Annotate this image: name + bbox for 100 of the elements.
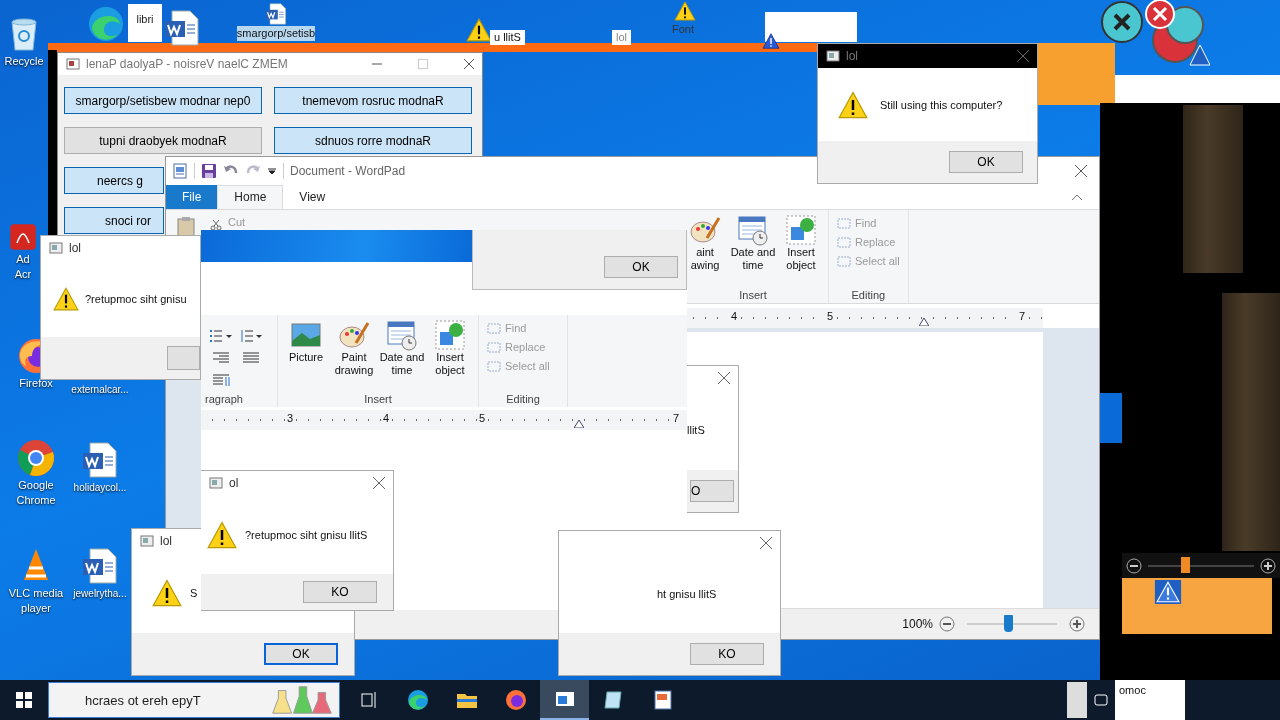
ribbon-button-label[interactable]: Date and time (379, 351, 425, 377)
warning-icon (53, 286, 79, 311)
group-label: Insert (363, 393, 393, 405)
ok-button[interactable]: O (690, 480, 734, 502)
ruler-number: 3 (285, 412, 296, 424)
scissors-icon[interactable] (210, 219, 222, 231)
clipboard-icon[interactable] (176, 216, 196, 238)
warning-icon (152, 579, 182, 607)
line-spacing-icon[interactable] (239, 329, 263, 343)
ok-button[interactable]: OK (949, 151, 1023, 173)
glitch-block (1067, 682, 1087, 718)
payload-button[interactable]: tnemevom rosruc modnaR (274, 87, 472, 114)
close-icon[interactable] (373, 477, 385, 489)
pdf-app-icon[interactable] (8, 222, 38, 252)
app-icon (826, 49, 840, 63)
close-icon[interactable] (464, 59, 474, 69)
group-label: Insert (738, 289, 768, 301)
zoom-in-icon[interactable] (1069, 616, 1085, 632)
icon-label[interactable]: Ad Acr (8, 252, 38, 282)
ruler-number: 4 (381, 412, 392, 424)
icon-label[interactable]: jewelrytha... (73, 586, 127, 601)
group-label: ragraph (205, 393, 244, 405)
close-icon[interactable] (718, 372, 730, 384)
icon-label[interactable]: libri (128, 4, 162, 42)
close-icon[interactable] (760, 537, 772, 549)
ribbon-button-label[interactable]: Date and time (730, 246, 776, 272)
icon-label[interactable]: Firefox (19, 376, 53, 391)
ribbon-button-label[interactable]: Picture (288, 351, 324, 364)
insert-object-icon[interactable] (785, 214, 817, 246)
zoom-level: 100% (902, 617, 933, 631)
zoom-out-icon[interactable] (1126, 557, 1142, 574)
icon-label[interactable]: holidaycol... (73, 480, 127, 495)
ribbon-button-label[interactable]: Insert object (435, 351, 465, 377)
save-icon[interactable] (201, 163, 217, 179)
calendar-clock-icon[interactable] (386, 319, 418, 351)
zoom-slider-thumb[interactable] (1181, 556, 1191, 573)
ruler-number: 7 (671, 412, 682, 424)
close-icon[interactable] (1017, 50, 1029, 62)
zoom-out-icon[interactable] (939, 616, 955, 632)
dropdown-caret-icon[interactable] (267, 166, 277, 176)
warning-icon (674, 1, 696, 21)
window-fragment-text: Font (671, 22, 695, 37)
icon-label[interactable]: smargorp/setisb (236, 26, 316, 41)
ribbon-button-label[interactable]: Insert object (786, 246, 816, 272)
app-icon (49, 241, 63, 255)
warning-icon (838, 90, 868, 119)
icon-label[interactable]: externalcar... (71, 382, 129, 397)
dialog-message: ?retupmoc siht gnisu llitS (245, 528, 368, 541)
payload-button[interactable]: sdnuos rorre modnaR (274, 127, 472, 154)
group-label: Editing (850, 289, 887, 301)
zoom-slider-thumb[interactable] (1003, 615, 1013, 632)
window-fragment-text: lol (612, 30, 631, 45)
indent-marker-icon[interactable] (919, 318, 929, 326)
zoom-in-icon[interactable] (1260, 557, 1276, 574)
ok-button[interactable]: KO (690, 643, 764, 665)
icon-label[interactable]: VLC media player (4, 586, 68, 616)
ruler-number: 7 (1017, 310, 1028, 322)
collapse-ribbon-icon[interactable] (1071, 193, 1083, 201)
warning-icon (207, 520, 237, 549)
payload-button[interactable]: smargorp/setisbew modnar nep0 (64, 87, 262, 114)
bullet-list-icon[interactable] (209, 329, 233, 343)
ok-button[interactable]: OK (604, 256, 678, 278)
calendar-clock-icon[interactable] (737, 214, 769, 246)
document-icon[interactable] (264, 2, 288, 26)
notification-icon[interactable] (1093, 692, 1109, 708)
browser-icon[interactable] (405, 688, 430, 712)
ok-button[interactable]: OK (264, 643, 338, 665)
browser-icon[interactable] (503, 688, 528, 712)
icon-label[interactable]: Google Chrome (4, 478, 68, 508)
warning-icon (466, 18, 492, 42)
dialog-title: lol (846, 49, 858, 63)
indent-marker-icon[interactable] (574, 420, 584, 428)
payload-button[interactable]: snoci ror (64, 207, 164, 234)
search-field[interactable]: hcraes ot ereh epyT (48, 682, 340, 718)
dialog-title: lol (69, 241, 81, 255)
payload-button[interactable]: tupni draobyek modnaR (64, 127, 262, 154)
dialog-message: Still using this computer? (880, 98, 1003, 111)
browser-icon[interactable] (16, 438, 56, 478)
ribbon-button-label[interactable]: Paint drawing (334, 351, 374, 377)
dialog-message: ht gnisu llitS (657, 588, 717, 600)
ribbon-tab[interactable]: File (166, 185, 218, 209)
dialog-title: lol (160, 534, 172, 548)
document-icon[interactable] (162, 8, 202, 48)
window-fragment-text: u llitS (490, 30, 525, 45)
group-label: Editing (505, 393, 541, 405)
start-icon[interactable] (16, 692, 32, 708)
document-icon[interactable] (80, 440, 120, 480)
close-icon[interactable] (1075, 165, 1087, 177)
insert-object-icon[interactable] (434, 319, 466, 351)
ribbon-tab[interactable]: Home (217, 185, 284, 209)
ruler-number: 5 (477, 412, 488, 424)
taskbar-app[interactable] (540, 680, 589, 720)
window-fragment-text: omoc (1115, 680, 1185, 720)
dialog-message: S (190, 587, 198, 599)
icon-label[interactable]: Recycle (4, 54, 44, 69)
payload-button[interactable]: neercs g (64, 167, 164, 194)
search-input[interactable]: hcraes ot ereh epyT (49, 691, 257, 709)
ok-button[interactable]: KO (303, 581, 377, 603)
document-icon[interactable] (80, 546, 120, 586)
ribbon-button-label[interactable]: aint awing (690, 246, 720, 272)
